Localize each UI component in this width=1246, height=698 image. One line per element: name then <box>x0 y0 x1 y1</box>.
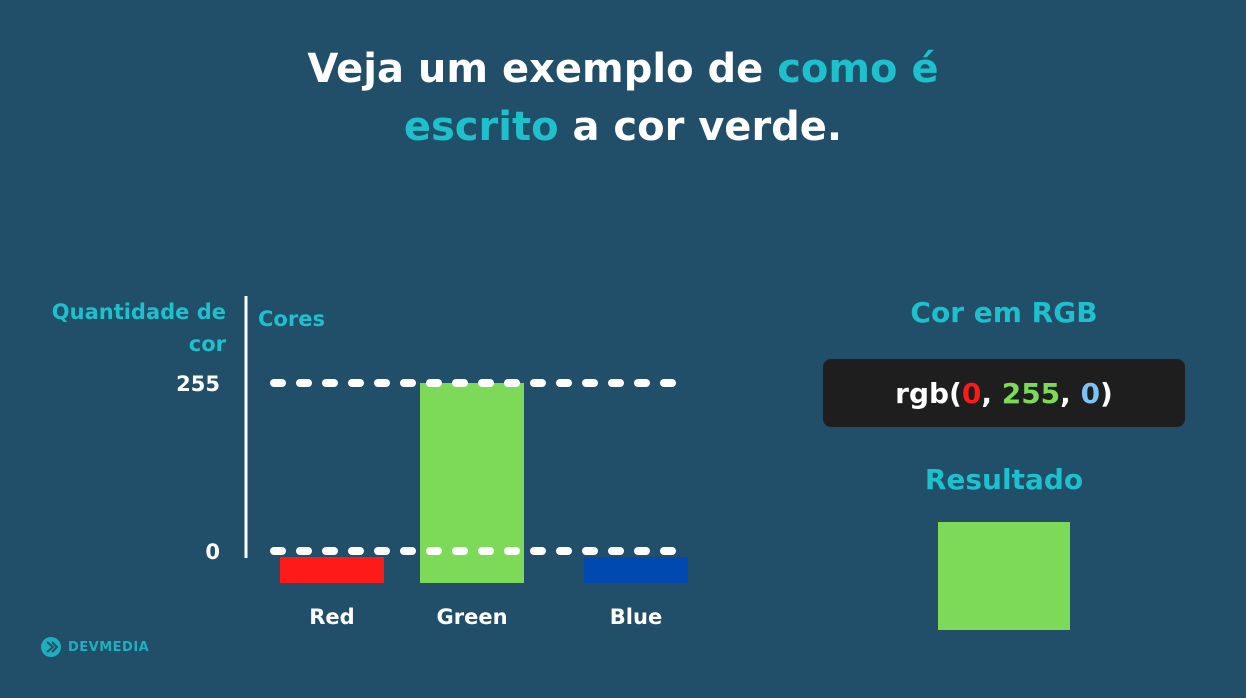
title-accent: escrito <box>403 104 559 150</box>
devmedia-logo: DEVMEDIA <box>40 636 149 658</box>
rgb-suffix: ) <box>1100 376 1113 410</box>
bar-blue <box>584 557 688 583</box>
page-title: Veja um exemplo de como é escrito a cor … <box>0 40 1246 156</box>
title-text: a cor verde. <box>558 104 843 150</box>
rgb-red-value: 0 <box>961 376 982 410</box>
result-heading: Resultado <box>924 463 1084 496</box>
bar-chart: Red Green Blue 0 255 <box>176 296 690 629</box>
x-tick-label: Blue <box>610 605 662 629</box>
logo-text: DEVMEDIA <box>68 639 150 655</box>
x-tick-label: Green <box>436 605 507 629</box>
y-tick-label: 0 <box>205 540 220 564</box>
rgb-heading: Cor em RGB <box>910 296 1098 329</box>
x-tick-label: Red <box>309 605 354 629</box>
result-color-swatch <box>938 522 1070 630</box>
rgb-separator: , <box>1060 376 1081 410</box>
title-text: Veja um exemplo de <box>307 46 778 92</box>
rgb-green-value: 255 <box>1001 376 1061 410</box>
bar-red <box>280 557 384 583</box>
rgb-separator: , <box>981 376 1002 410</box>
rgb-blue-value: 0 <box>1080 376 1101 410</box>
rgb-code-box: rgb(0, 255, 0) <box>823 359 1185 427</box>
rgb-prefix: rgb( <box>895 376 962 410</box>
title-accent: como é <box>777 46 939 92</box>
devmedia-logo-icon <box>41 637 61 657</box>
y-tick-label: 255 <box>176 372 220 396</box>
